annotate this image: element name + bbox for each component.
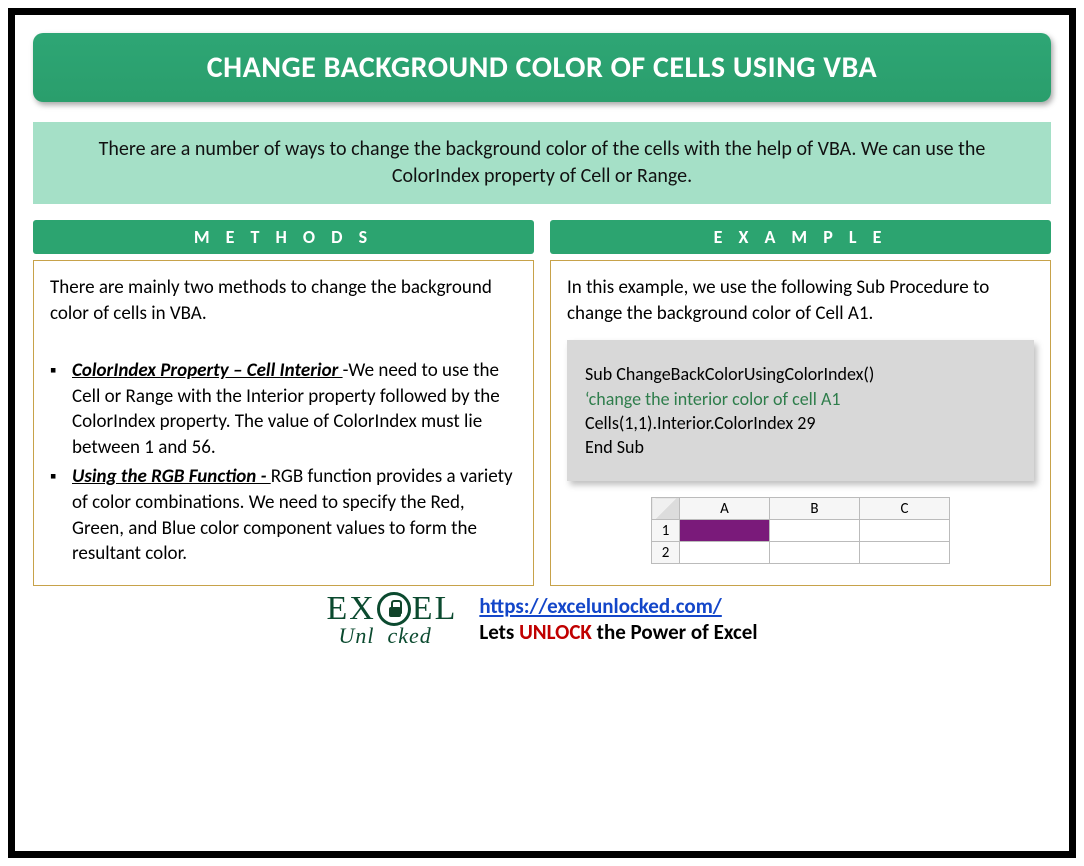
grid-cell [860,542,950,564]
footer: EXEL Unl cked https://excelunlocked.com/… [33,592,1051,646]
tagline-post: the Power of Excel [592,619,758,645]
result-grid: A B C 1 2 [651,497,950,564]
columns-row: M E T H O D S There are mainly two metho… [33,220,1051,586]
code-line: Sub ChangeBackColorUsingColorIndex() [585,362,1016,386]
methods-body: There are mainly two methods to change t… [33,260,534,586]
methods-lead: There are mainly two methods to change t… [50,275,517,326]
methods-term: Using the RGB Function - [72,465,271,488]
brand-logo: EXEL Unl cked [326,592,457,646]
code-line: End Sub [585,435,1016,459]
methods-item: ColorIndex Property – Cell Interior -We … [72,358,517,461]
code-line: Cells(1,1).Interior.ColorIndex 29 [585,411,1016,435]
example-heading: E X A M P L E [550,220,1051,254]
code-comment-line: ‘change the interior color of cell A1 [585,387,1016,411]
grid-cell [770,542,860,564]
example-column: E X A M P L E In this example, we use th… [550,220,1051,586]
grid-col-header: C [860,498,950,520]
methods-column: M E T H O D S There are mainly two metho… [33,220,534,586]
example-lead: In this example, we use the following Su… [567,275,1034,326]
grid-row-header: 2 [652,542,680,564]
lock-icon [377,592,411,626]
example-body: In this example, we use the following Su… [550,260,1051,586]
grid-corner [652,498,680,520]
logo-top: EXEL [326,592,457,626]
footer-link[interactable]: https://excelunlocked.com/ [479,593,721,619]
grid-col-header: A [680,498,770,520]
tagline-pre: Lets [479,619,519,645]
tagline-emphasis: UNLOCK [519,619,592,645]
grid-row-header: 1 [652,520,680,542]
methods-item: Using the RGB Function - RGB function pr… [72,464,517,567]
page-title: CHANGE BACKGROUND COLOR OF CELLS USING V… [33,33,1051,102]
footer-text: https://excelunlocked.com/ Lets UNLOCK t… [479,593,757,645]
code-box: Sub ChangeBackColorUsingColorIndex() ‘ch… [567,340,1034,481]
intro-text: There are a number of ways to change the… [33,122,1051,204]
logo-bottom: Unl cked [338,626,457,646]
grid-cell [770,520,860,542]
methods-list: ColorIndex Property – Cell Interior -We … [50,358,517,567]
grid-cell [680,542,770,564]
grid-cell [860,520,950,542]
document-frame: CHANGE BACKGROUND COLOR OF CELLS USING V… [8,8,1076,858]
grid-col-header: B [770,498,860,520]
methods-term: ColorIndex Property – Cell Interior [72,359,343,382]
grid-cell-a1 [680,520,770,542]
methods-heading: M E T H O D S [33,220,534,254]
